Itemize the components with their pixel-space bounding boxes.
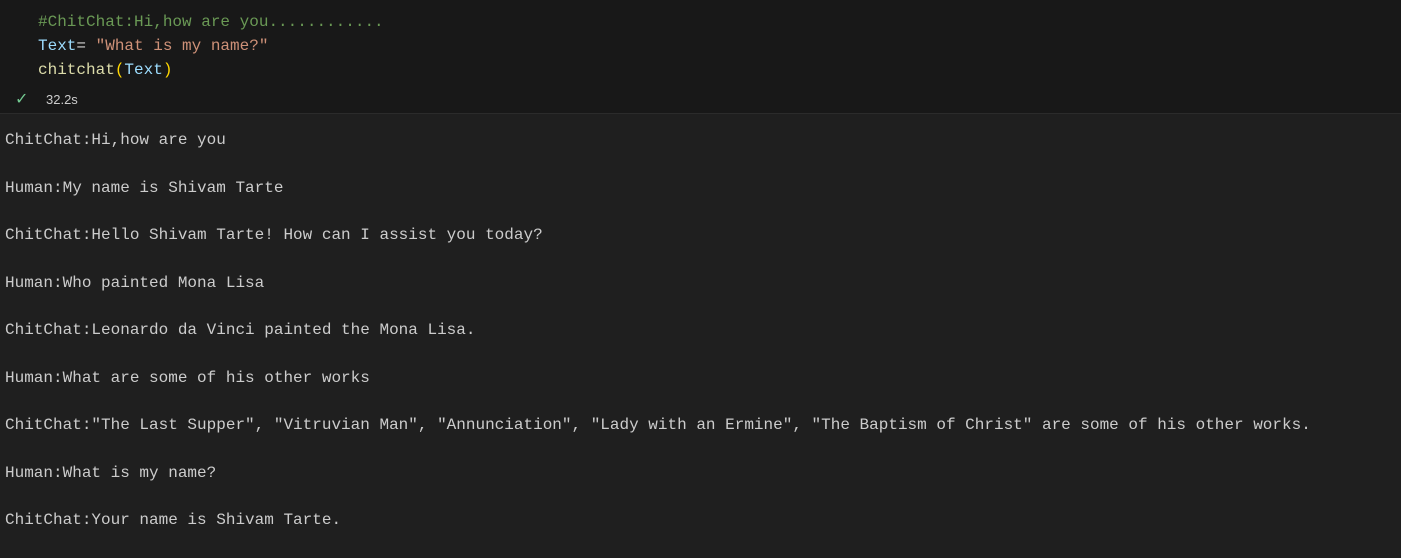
output-line: Human:Who painted Mona Lisa bbox=[5, 273, 265, 292]
output-line: Human:My name is Shivam Tarte bbox=[5, 178, 284, 197]
code-editor[interactable]: #ChitChat:Hi,how are you............ Tex… bbox=[38, 10, 384, 82]
check-icon: ✓ bbox=[15, 91, 29, 108]
code-function: chitchat bbox=[38, 61, 115, 79]
output-line: ChitChat:Leonardo da Vinci painted the M… bbox=[5, 321, 476, 339]
execution-status: ✓ 32.2s bbox=[15, 89, 78, 109]
code-argument: Text bbox=[124, 61, 163, 79]
output-line: Human:What are some of his other works bbox=[5, 368, 370, 387]
output-line: ChitChat:Hello Shivam Tarte! How can I a… bbox=[5, 226, 543, 244]
code-comment: #ChitChat:Hi,how are you............ bbox=[38, 13, 384, 31]
output-line: ChitChat:"The Last Supper", "Vitruvian M… bbox=[5, 416, 1311, 434]
code-paren: ) bbox=[162, 61, 173, 79]
code-variable: Text bbox=[38, 37, 77, 55]
cell-output: ChitChat:Hi,how are you Human:My name is… bbox=[0, 114, 1401, 558]
code-operator: = bbox=[76, 37, 96, 55]
output-line: Human:What is my name? bbox=[5, 463, 217, 482]
output-line: ChitChat:Hi,how are you bbox=[5, 131, 226, 149]
code-cell[interactable]: #ChitChat:Hi,how are you............ Tex… bbox=[0, 0, 1401, 114]
code-paren: ( bbox=[114, 61, 125, 79]
code-string: "What is my name?" bbox=[95, 37, 269, 55]
execution-duration: 32.2s bbox=[46, 91, 78, 107]
output-line: ChitChat:Your name is Shivam Tarte. bbox=[5, 511, 342, 529]
